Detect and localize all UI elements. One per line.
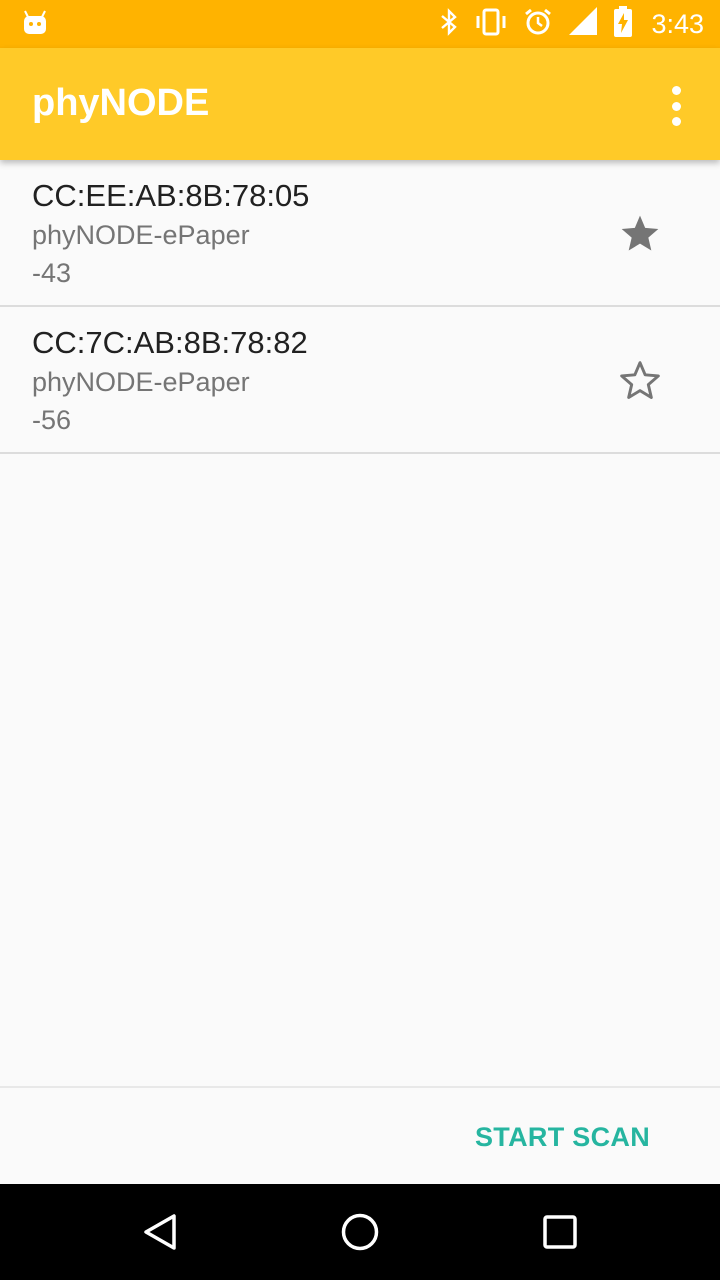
device-address: CC:7C:AB:8B:78:82	[32, 325, 308, 360]
star-filled-icon[interactable]	[618, 212, 662, 256]
overflow-menu-icon[interactable]	[660, 86, 692, 126]
android-icon	[22, 10, 48, 41]
alarm-icon	[523, 7, 553, 42]
signal-icon	[567, 6, 599, 42]
back-icon[interactable]	[140, 1212, 180, 1252]
bottom-action-bar: START SCAN	[0, 1086, 720, 1186]
bluetooth-icon	[439, 7, 459, 41]
list-item[interactable]: CC:7C:AB:8B:78:82 phyNODE-ePaper -56	[0, 307, 720, 454]
device-address: CC:EE:AB:8B:78:05	[32, 178, 310, 213]
page-title: phyNODE	[32, 82, 210, 124]
star-outline-icon[interactable]	[618, 359, 662, 403]
navigation-bar	[0, 1184, 720, 1280]
device-rssi: -56	[32, 405, 72, 435]
device-name: phyNODE-ePaper	[32, 220, 250, 250]
app-bar: phyNODE	[0, 48, 720, 160]
device-rssi: -43	[32, 258, 72, 288]
start-scan-button[interactable]: START SCAN	[475, 1122, 650, 1153]
clock-time: 3:43	[651, 8, 704, 39]
battery-charging-icon	[613, 5, 633, 43]
device-name: phyNODE-ePaper	[32, 367, 250, 397]
device-list: CC:EE:AB:8B:78:05 phyNODE-ePaper -43 CC:…	[0, 160, 720, 454]
list-item[interactable]: CC:EE:AB:8B:78:05 phyNODE-ePaper -43	[0, 160, 720, 307]
home-icon[interactable]	[340, 1212, 380, 1252]
status-bar: 3:43	[0, 0, 720, 48]
vibrate-icon	[473, 8, 509, 41]
recents-icon[interactable]	[540, 1212, 580, 1252]
